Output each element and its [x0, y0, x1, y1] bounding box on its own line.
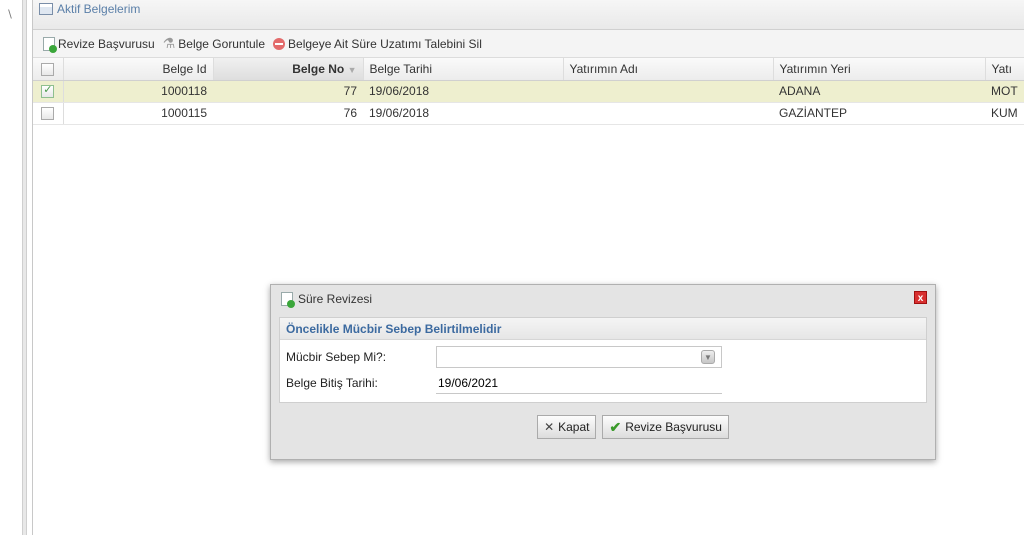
remove-icon [273, 37, 286, 50]
dialog-title: Süre Revizesi [298, 292, 373, 306]
talep-sil-label: Belgeye Ait Süre Uzatımı Talebini Sil [288, 36, 482, 51]
bitis-tarihi-row: Belge Bitiş Tarihi: [280, 370, 926, 396]
select-all-checkbox[interactable] [41, 62, 55, 76]
row-checkbox[interactable] [41, 107, 55, 121]
left-rail: ∖ [0, 0, 24, 535]
cell-yatirimin-yeri: ADANA [773, 80, 985, 103]
column-header-belge-no[interactable]: Belge No ▼ [213, 58, 364, 81]
talep-sil-button[interactable]: Belgeye Ait Süre Uzatımı Talebini Sil [273, 37, 482, 51]
column-header-belge-id[interactable]: Belge Id [63, 58, 214, 81]
splitter[interactable] [22, 0, 27, 535]
table-row[interactable]: 1000115 76 19/06/2018 GAZİANTEP KUM [33, 102, 1024, 125]
select-all-cell [33, 58, 64, 81]
documents-table: Belge Id Belge No ▼ Belge Tarihi Yatırım… [33, 58, 1024, 125]
dialog-titlebar[interactable]: Süre Revizesi [271, 285, 935, 313]
document-add-icon [43, 36, 57, 53]
cell-yatirimin-yeri: GAZİANTEP [773, 102, 985, 125]
column-header-yatirimin-adi[interactable]: Yatırımın Adı [563, 58, 774, 81]
table-header-row: Belge Id Belge No ▼ Belge Tarihi Yatırım… [33, 58, 1024, 81]
sort-desc-icon: ▼ [347, 64, 357, 75]
column-header-yatirimin-yeri[interactable]: Yatırımın Yeri [773, 58, 986, 81]
column-header-belge-tarihi[interactable]: Belge Tarihi [363, 58, 564, 81]
cell-yatirimin-adi [563, 80, 773, 103]
bitis-tarihi-field[interactable] [436, 372, 722, 394]
belge-no-header-label: Belge No [292, 61, 345, 76]
link-icon: ⚗ [162, 35, 176, 51]
belge-goruntule-label: Belge Goruntule [178, 36, 266, 51]
revize-submit-label: Revize Başvurusu [625, 420, 722, 434]
panel-header: Aktif Belgelerim [33, 0, 1024, 30]
row-checkbox[interactable] [41, 83, 55, 99]
table-icon [39, 2, 53, 15]
mucbir-sebep-row: Mücbir Sebep Mi?: ▼ [280, 344, 926, 370]
revize-basvurusu-button[interactable]: Revize Başvurusu [43, 36, 155, 53]
cell-belge-tarihi: 19/06/2018 [363, 102, 563, 125]
document-add-icon [281, 292, 295, 308]
cell-extra: MOT [985, 80, 1024, 103]
cell-belge-id: 1000118 [63, 80, 213, 103]
column-header-extra[interactable]: Yatı [985, 58, 1024, 81]
cell-belge-tarihi: 19/06/2018 [363, 80, 563, 103]
mucbir-sebep-select[interactable]: ▼ [436, 346, 722, 368]
row-select-cell [33, 102, 64, 125]
belge-goruntule-button[interactable]: ⚗ Belge Goruntule [163, 35, 265, 52]
cell-belge-id: 1000115 [63, 102, 213, 125]
chevron-down-icon[interactable]: ▼ [701, 350, 715, 364]
bitis-tarihi-label: Belge Bitiş Tarihi: [286, 376, 378, 390]
dialog-subheading: Öncelikle Mücbir Sebep Belirtilmelidir [280, 318, 926, 340]
row-select-cell [33, 80, 64, 103]
dialog-form: Öncelikle Mücbir Sebep Belirtilmelidir M… [279, 317, 927, 403]
cell-belge-no: 77 [213, 80, 363, 103]
mucbir-sebep-label: Mücbir Sebep Mi?: [286, 350, 387, 364]
kapat-label: Kapat [558, 420, 590, 434]
cell-belge-no: 76 [213, 102, 363, 125]
close-icon: ✕ [544, 420, 555, 434]
checkmark-icon: ✔ [609, 418, 622, 435]
revize-basvurusu-submit-button[interactable]: ✔ Revize Başvurusu [602, 415, 729, 439]
panel-title: Aktif Belgelerim [57, 1, 141, 16]
toolbar: Revize Başvurusu ⚗ Belge Goruntule Belge… [33, 30, 1024, 58]
kapat-button[interactable]: ✕ Kapat [537, 415, 597, 439]
collapse-icon[interactable]: ∖ [6, 8, 13, 21]
dialog-buttons: ✕ Kapat ✔ Revize Başvurusu [271, 415, 935, 439]
sure-revizesi-dialog: Süre Revizesi x Öncelikle Mücbir Sebep B… [270, 284, 936, 460]
cell-yatirimin-adi [563, 102, 773, 125]
close-icon[interactable]: x [914, 291, 927, 304]
cell-extra: KUM [985, 102, 1024, 125]
table-row[interactable]: 1000118 77 19/06/2018 ADANA MOT [33, 80, 1024, 103]
revize-basvurusu-label: Revize Başvurusu [58, 36, 155, 51]
